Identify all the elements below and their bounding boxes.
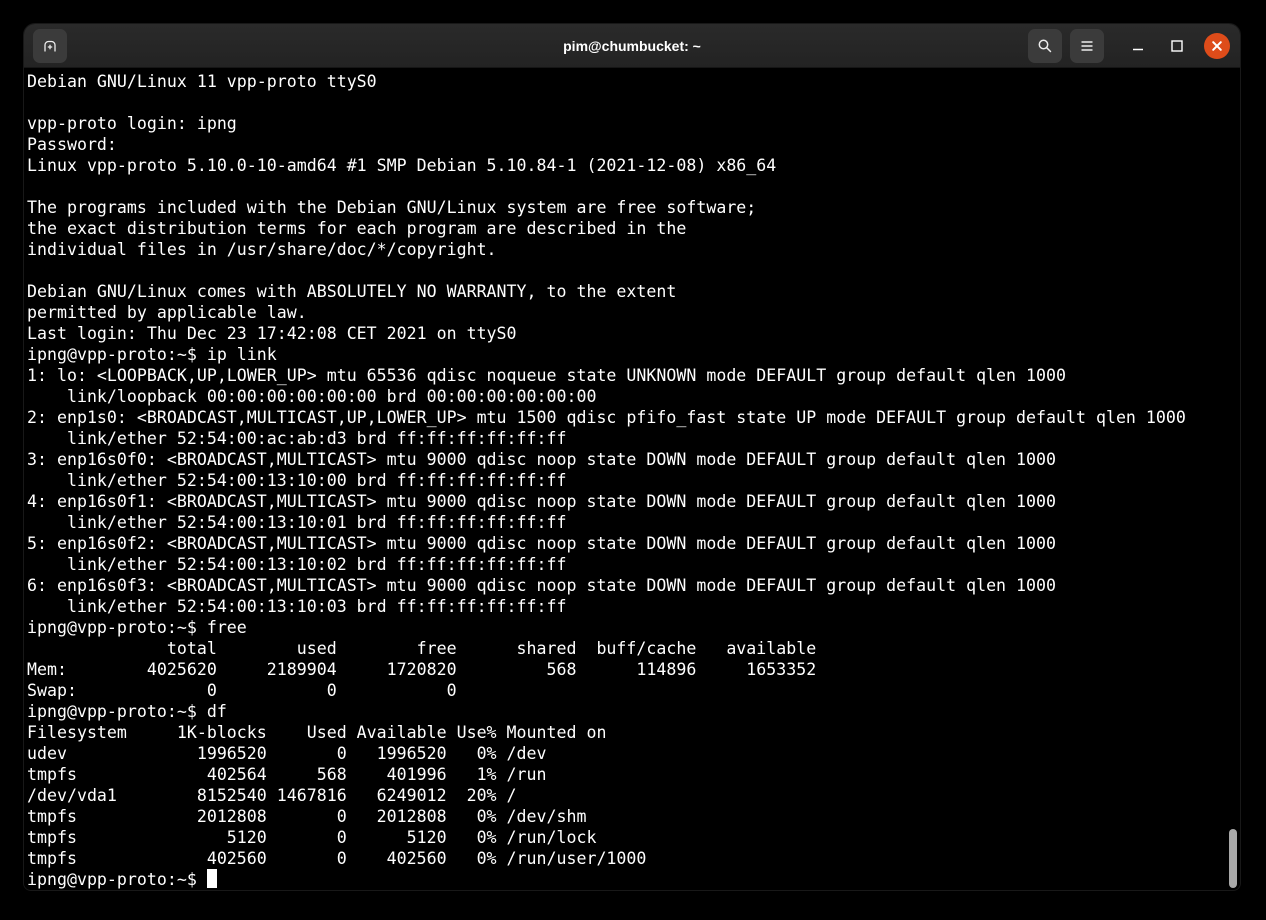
window-controls bbox=[1028, 29, 1230, 63]
terminal-cursor bbox=[207, 869, 217, 888]
hamburger-menu-icon bbox=[1078, 37, 1096, 55]
maximize-icon bbox=[1170, 39, 1184, 53]
close-icon bbox=[1210, 39, 1224, 53]
desktop: pim@chumbucket: ~ bbox=[0, 0, 1266, 920]
minimize-button[interactable] bbox=[1126, 34, 1150, 58]
search-button[interactable] bbox=[1028, 29, 1062, 63]
terminal-screen[interactable]: Debian GNU/Linux 11 vpp-proto ttyS0 vpp-… bbox=[24, 68, 1240, 890]
shell-prompt: ipng@vpp-proto:~$ bbox=[27, 870, 207, 889]
search-icon bbox=[1036, 37, 1054, 55]
maximize-button[interactable] bbox=[1165, 34, 1189, 58]
minimize-icon bbox=[1131, 39, 1145, 53]
terminal-window: pim@chumbucket: ~ bbox=[24, 24, 1240, 890]
scrollbar-thumb[interactable] bbox=[1229, 829, 1237, 888]
new-tab-button[interactable] bbox=[33, 29, 67, 63]
terminal-output: Debian GNU/Linux 11 vpp-proto ttyS0 vpp-… bbox=[27, 71, 1240, 869]
prompt-line: ipng@vpp-proto:~$ bbox=[27, 869, 1240, 890]
menu-button[interactable] bbox=[1070, 29, 1104, 63]
new-tab-icon bbox=[41, 37, 59, 55]
close-button[interactable] bbox=[1204, 33, 1230, 59]
titlebar: pim@chumbucket: ~ bbox=[24, 24, 1240, 68]
